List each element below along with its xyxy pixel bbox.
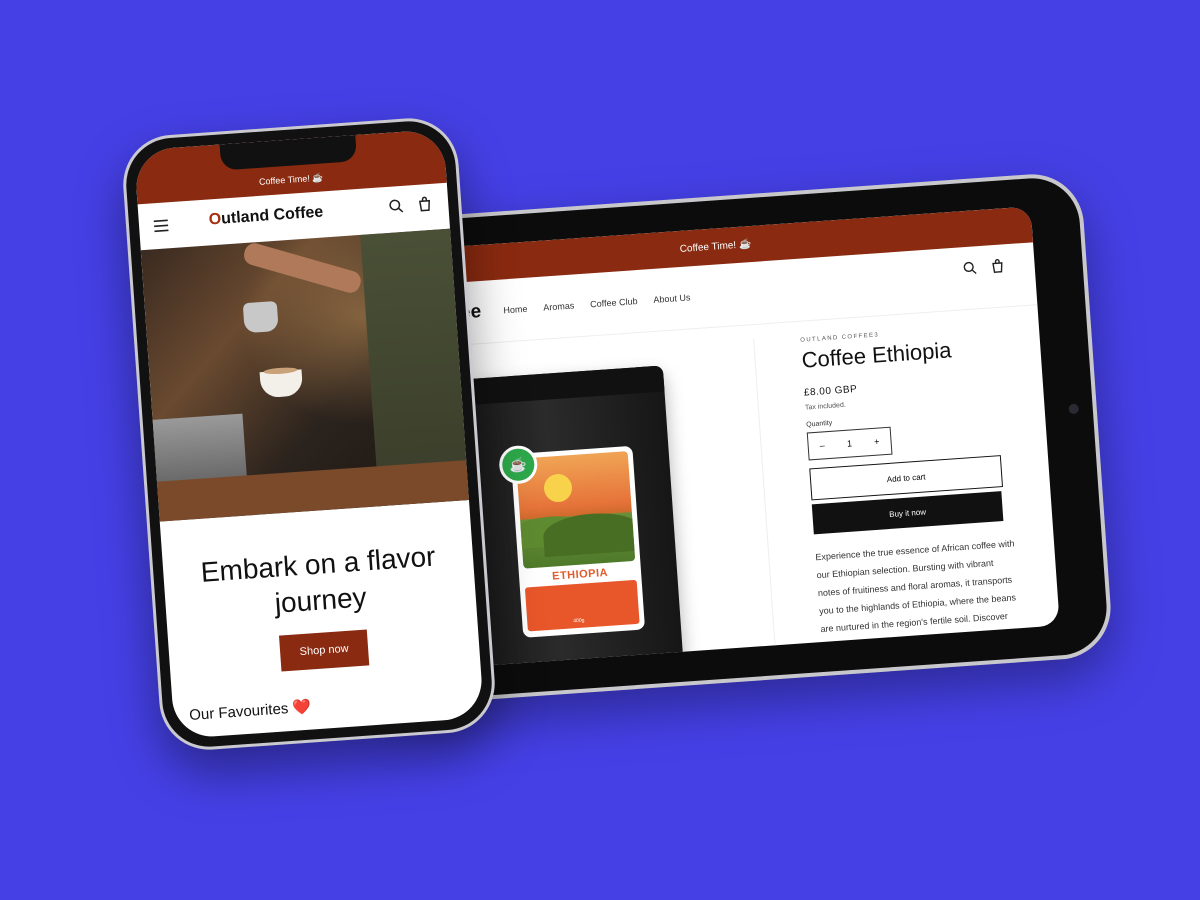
coffee-bag-image: ETHIOPIA 400g ☕ — [463, 365, 684, 670]
announcement-text: Coffee Time! ☕ — [258, 172, 324, 187]
nav-item-about-us[interactable]: About Us — [653, 292, 691, 305]
product-description: Experience the true essence of African c… — [815, 538, 1017, 670]
announcement-text: Coffee Time! ☕ — [679, 238, 752, 255]
bag-weight: 400g — [573, 617, 585, 625]
favourites-heading: Our Favourites ❤️ — [188, 698, 312, 725]
shop-now-button[interactable]: Shop now — [278, 629, 370, 672]
tablet-screen: Coffee Time! ☕ Coffee Home Aromas Coffee… — [398, 206, 1060, 670]
quantity-stepper: – 1 + — [806, 426, 893, 461]
nav-item-aromas[interactable]: Aromas — [543, 300, 575, 312]
header-icons — [388, 196, 433, 214]
product-info: OUTLAND COFFEE3 Coffee Ethiopia £8.00 GB… — [754, 320, 1044, 669]
quantity-minus-button[interactable]: – — [819, 440, 825, 450]
site-logo[interactable]: Outland Coffee — [208, 203, 324, 229]
hero-content: Embark on a flavor journey Shop now — [160, 500, 480, 679]
hero-heading: Embark on a flavor journey — [199, 540, 437, 619]
search-icon[interactable] — [962, 260, 977, 275]
camera-icon — [1068, 403, 1080, 415]
cart-icon[interactable] — [417, 196, 433, 212]
main-nav: Home Aromas Coffee Club About Us — [503, 292, 691, 315]
search-icon[interactable] — [388, 198, 404, 214]
phone-device: Coffee Time! ☕ Outland Coffee Embark on … — [119, 115, 499, 753]
quantity-label: Quantity — [805, 419, 833, 429]
quantity-plus-button[interactable]: + — [874, 437, 880, 447]
nav-item-home[interactable]: Home — [503, 304, 528, 316]
logo-text: utland Coffee — [220, 203, 324, 228]
menu-icon[interactable] — [153, 218, 170, 233]
cart-icon[interactable] — [990, 258, 1005, 273]
nav-item-coffee-club[interactable]: Coffee Club — [590, 296, 638, 309]
phone-screen: Coffee Time! ☕ Outland Coffee Embark on … — [133, 128, 485, 740]
product-section: ETHIOPIA 400g ☕ OUTLAND COFFEE3 Coffee E… — [405, 305, 1060, 670]
quantity-input[interactable]: 1 — [847, 438, 853, 448]
header-icons — [962, 258, 1005, 275]
hero-image — [140, 228, 469, 522]
